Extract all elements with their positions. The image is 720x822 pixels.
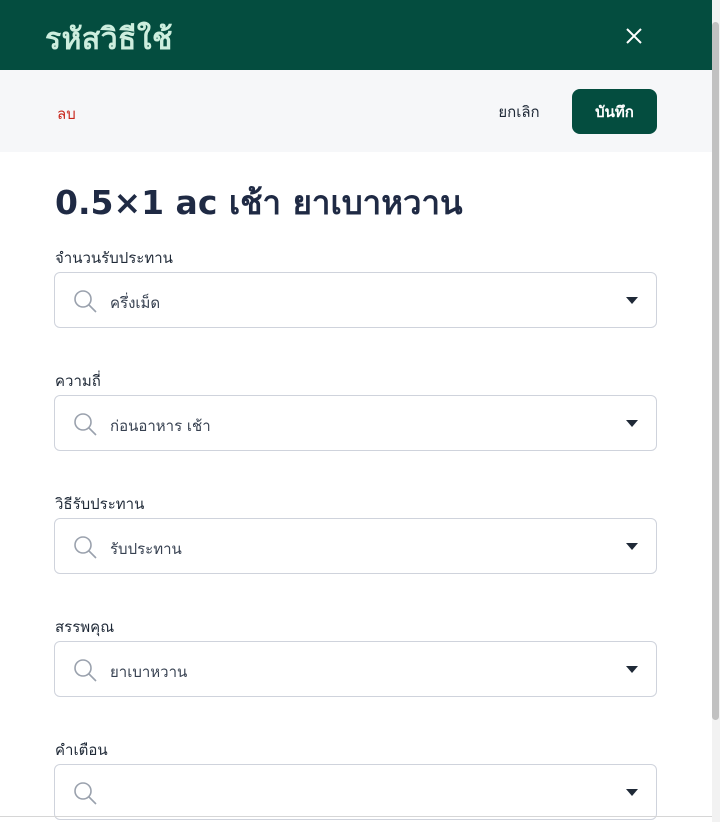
method-label: วิธีรับประทาน: [55, 495, 145, 513]
frequency-value: ก่อนอาหาร เช้า: [110, 417, 211, 435]
dosage-select[interactable]: ครึ่งเม็ด: [54, 272, 657, 328]
chevron-down-icon: [626, 420, 638, 427]
dosage-value: ครึ่งเม็ด: [110, 294, 161, 312]
save-button[interactable]: บันทึก: [572, 89, 657, 134]
search-icon: [74, 413, 97, 436]
frequency-label: ความถี่: [55, 372, 101, 390]
indication-value: ยาเบาหวาน: [110, 663, 188, 681]
divider: [0, 816, 712, 817]
warning-label: คำเตือน: [55, 741, 108, 759]
cancel-button[interactable]: ยกเลิก: [488, 90, 550, 134]
scrollbar-thumb[interactable]: [712, 22, 719, 720]
close-button[interactable]: [620, 22, 648, 50]
delete-button[interactable]: ลบ: [57, 102, 76, 126]
chevron-down-icon: [626, 543, 638, 550]
search-icon: [74, 536, 97, 559]
dialog-header: รหัสวิธีใช้: [0, 0, 712, 70]
warning-select[interactable]: [54, 764, 657, 820]
action-toolbar: ลบ ยกเลิก บันทึก: [0, 70, 712, 152]
indication-select[interactable]: ยาเบาหวาน: [54, 641, 657, 697]
dosage-label: จำนวนรับประทาน: [55, 249, 173, 267]
page-title: 0.5×1 ac เช้า ยาเบาหวาน: [55, 183, 463, 222]
search-icon: [74, 782, 97, 805]
method-select[interactable]: รับประทาน: [54, 518, 657, 574]
chevron-down-icon: [626, 666, 638, 673]
chevron-down-icon: [626, 789, 638, 796]
indication-label: สรรพคุณ: [55, 618, 115, 636]
close-icon: [626, 28, 642, 44]
search-icon: [74, 659, 97, 682]
method-value: รับประทาน: [110, 540, 182, 558]
frequency-select[interactable]: ก่อนอาหาร เช้า: [54, 395, 657, 451]
dialog-title: รหัสวิธีใช้: [45, 22, 173, 57]
chevron-down-icon: [626, 297, 638, 304]
search-icon: [74, 290, 97, 313]
